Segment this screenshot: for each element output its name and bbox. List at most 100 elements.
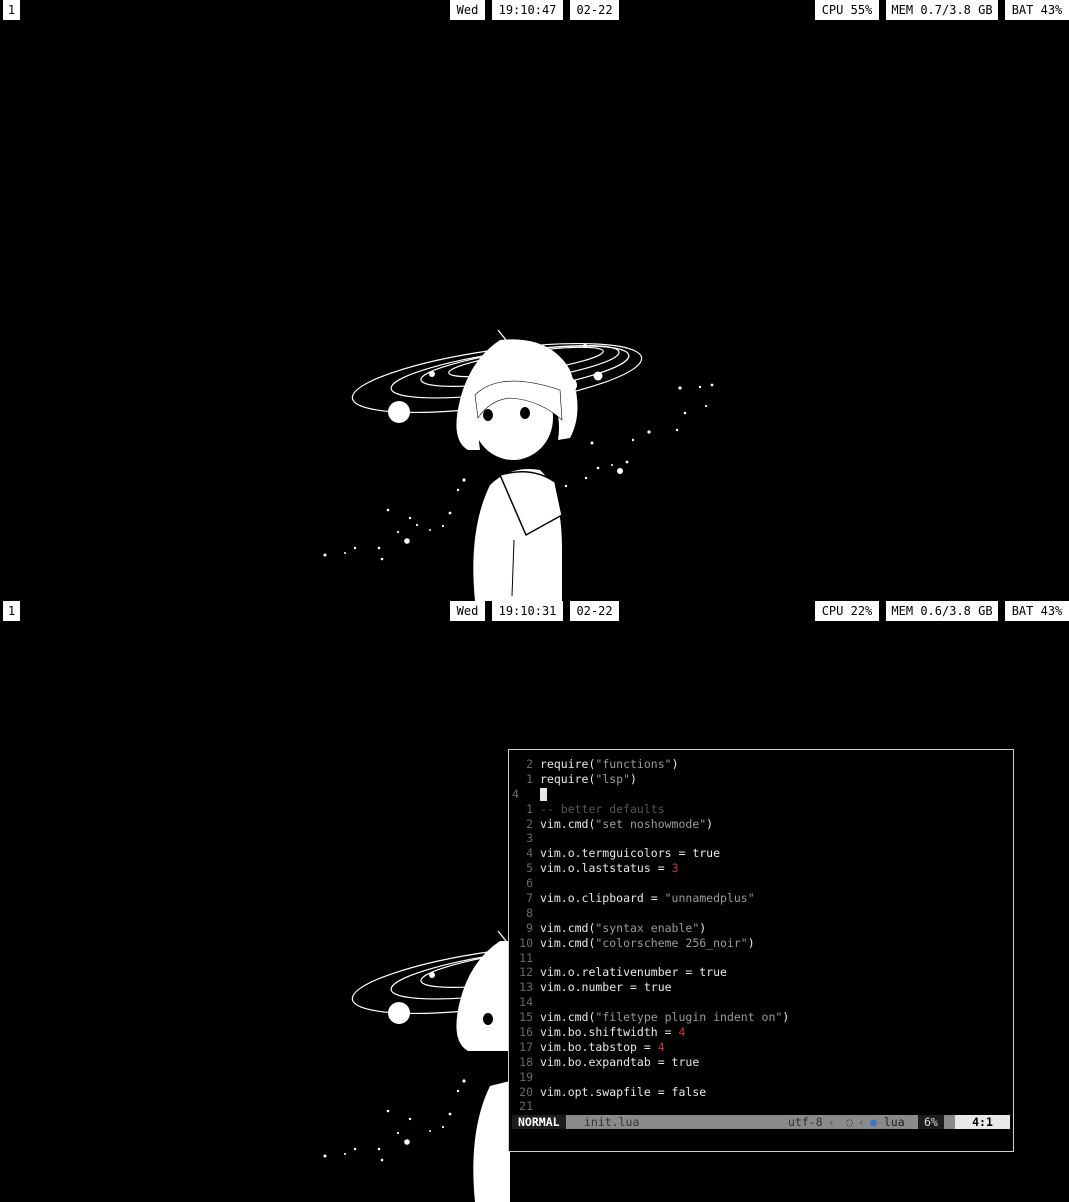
line-text: vim.cmd("colorscheme 256_noir") xyxy=(540,936,755,951)
line-number: 1 xyxy=(526,771,533,786)
code-token: vim.cmd( xyxy=(540,920,596,935)
line-number: 17 xyxy=(519,1039,533,1054)
code-token: require( xyxy=(540,757,596,771)
status-bar: 1 Wed 19:10:47 02-22 CPU 55% MEM 0.7/3.8… xyxy=(0,0,1069,20)
code-token: vim.o.clipboard = xyxy=(540,891,665,906)
line-number: 1 xyxy=(526,801,533,816)
line-number: 9 xyxy=(526,920,533,935)
code-token: vim.o.number = true xyxy=(540,980,672,995)
code-token: ) xyxy=(747,935,755,950)
code-token: vim.bo.shiftwidth = xyxy=(540,1025,679,1040)
code-token: -- better defaults xyxy=(540,801,665,816)
battery-level: BAT 43% xyxy=(1005,601,1069,621)
code-token: require( xyxy=(540,771,596,786)
code-token: "syntax enable" xyxy=(595,920,700,935)
line-number: 10 xyxy=(519,935,533,950)
code-token: vim.o.termguicolors = true xyxy=(540,846,721,861)
code-line[interactable]: 13 vim.o.number = true xyxy=(509,980,1013,995)
line-text: vim.o.laststatus = 3 xyxy=(540,861,679,876)
line-number: 2 xyxy=(526,757,533,771)
line-text: vim.bo.expandtab = true xyxy=(540,1055,699,1070)
code-line[interactable]: 2 vim.cmd("set noshowmode") xyxy=(509,817,1013,832)
line-number: 7 xyxy=(526,891,533,906)
linux-icon: ◌ xyxy=(846,1115,853,1129)
code-token: "colorscheme 256_noir" xyxy=(595,935,748,950)
lua-icon: ● xyxy=(870,1115,877,1129)
scroll-percent: 6% xyxy=(918,1115,944,1129)
clock: 19:10:31 xyxy=(492,601,563,621)
code-token: "functions" xyxy=(595,757,672,771)
code-line[interactable]: 2 require("functions") xyxy=(509,757,1013,772)
battery-level: BAT 43% xyxy=(1005,0,1069,20)
day-label: Wed xyxy=(450,0,485,20)
code-token: ) xyxy=(706,816,714,831)
line-text: require("lsp") xyxy=(540,772,637,787)
code-line[interactable]: 17 vim.bo.tabstop = 4 xyxy=(509,1040,1013,1055)
code-line[interactable]: 20 vim.opt.swapfile = false xyxy=(509,1085,1013,1100)
line-text: require("functions") xyxy=(540,757,679,772)
line-text xyxy=(540,787,547,802)
code-line[interactable]: 9 vim.cmd("syntax enable") xyxy=(509,921,1013,936)
line-number: 4 xyxy=(526,846,533,861)
line-text: vim.o.termguicolors = true xyxy=(540,846,720,861)
line-number: 15 xyxy=(519,1010,533,1025)
line-text: vim.o.number = true xyxy=(540,980,672,995)
code-line[interactable]: 19 xyxy=(509,1070,1013,1085)
code-line[interactable]: 12 vim.o.relativenumber = true xyxy=(509,965,1013,980)
code-token: vim.o.laststatus = xyxy=(540,861,672,876)
filetype: ● lua xyxy=(870,1115,905,1129)
status-bar: 1 Wed 19:10:31 02-22 CPU 22% MEM 0.6/3.8… xyxy=(0,601,1069,621)
line-text: vim.bo.shiftwidth = 4 xyxy=(540,1025,685,1040)
line-text: vim.cmd("syntax enable") xyxy=(540,921,706,936)
code-line[interactable]: 21 xyxy=(509,1099,1013,1114)
text-cursor xyxy=(540,787,547,801)
filetype-label: lua xyxy=(883,1115,905,1129)
code-line[interactable]: 4 vim.o.termguicolors = true xyxy=(509,846,1013,861)
line-number: 4 xyxy=(512,786,519,801)
code-line[interactable]: 6 xyxy=(509,876,1013,891)
code-token: "filetype plugin indent on" xyxy=(595,1010,783,1025)
day-label: Wed xyxy=(450,601,485,621)
code-line[interactable]: 1 -- better defaults xyxy=(509,802,1013,817)
memory-usage: MEM 0.6/3.8 GB xyxy=(886,601,998,621)
line-text: vim.opt.swapfile = false xyxy=(540,1085,706,1100)
wallpaper-illustration xyxy=(323,329,714,601)
code-line[interactable]: 5 vim.o.laststatus = 3 xyxy=(509,861,1013,876)
code-buffer[interactable]: 2 require("functions") 1 require("lsp") 4 1 --… xyxy=(509,757,1013,1114)
line-number: 13 xyxy=(519,980,533,995)
code-line[interactable]: 14 xyxy=(509,995,1013,1010)
code-line[interactable]: 18 vim.bo.expandtab = true xyxy=(509,1055,1013,1070)
line-number: 14 xyxy=(519,995,533,1010)
code-token: vim.cmd( xyxy=(540,935,596,950)
code-token: vim.bo.expandtab = true xyxy=(540,1054,700,1069)
code-line[interactable]: 11 xyxy=(509,951,1013,966)
bottom-screen: 1 Wed 19:10:31 02-22 CPU 22% MEM 0.6/3.8… xyxy=(0,601,1069,1202)
top-screen: 1 Wed 19:10:47 02-22 CPU 55% MEM 0.7/3.8… xyxy=(0,0,1069,601)
code-token: ) xyxy=(630,771,637,786)
code-line[interactable]: 3 xyxy=(509,831,1013,846)
memory-usage: MEM 0.7/3.8 GB xyxy=(886,0,998,20)
code-token: vim.cmd( xyxy=(540,816,596,831)
line-text: vim.bo.tabstop = 4 xyxy=(540,1040,665,1055)
code-line[interactable]: 7 vim.o.clipboard = "unnamedplus" xyxy=(509,891,1013,906)
workspace-indicator[interactable]: 1 xyxy=(3,0,20,20)
line-number: 5 xyxy=(526,861,533,876)
code-token: "set noshowmode" xyxy=(595,816,707,831)
code-token: 3 xyxy=(671,861,679,876)
line-text: vim.cmd("filetype plugin indent on") xyxy=(540,1010,789,1025)
workspace-indicator[interactable]: 1 xyxy=(3,601,20,621)
line-text: -- better defaults xyxy=(540,802,665,817)
cpu-usage: CPU 22% xyxy=(815,601,879,621)
mode-indicator: NORMAL xyxy=(512,1115,566,1129)
code-line[interactable]: 1 require("lsp") xyxy=(509,772,1013,787)
code-line[interactable]: 10 vim.cmd("colorscheme 256_noir") xyxy=(509,936,1013,951)
code-token: "unnamedplus" xyxy=(664,891,755,906)
code-token: ) xyxy=(782,1010,790,1025)
editor-window[interactable]: 2 require("functions") 1 require("lsp") 4 1 --… xyxy=(508,749,1014,1152)
code-line[interactable]: 8 xyxy=(509,906,1013,921)
chevron-left-icon: ‹ xyxy=(858,1115,865,1129)
code-line[interactable]: 16 vim.bo.shiftwidth = 4 xyxy=(509,1025,1013,1040)
code-line[interactable]: 4 xyxy=(509,787,1013,802)
code-line[interactable]: 15 vim.cmd("filetype plugin indent on") xyxy=(509,1010,1013,1025)
code-token: "lsp" xyxy=(595,771,631,786)
